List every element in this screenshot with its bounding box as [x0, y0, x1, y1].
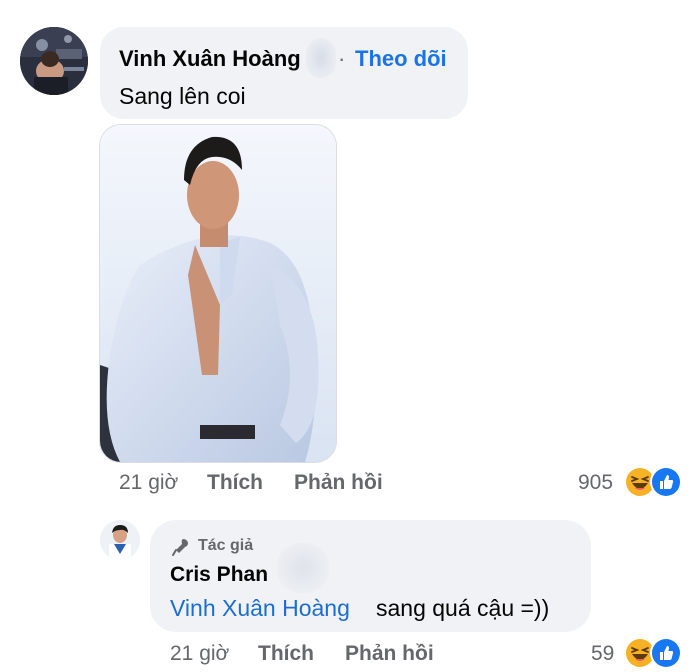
separator-dot: ·: [338, 46, 346, 71]
comment-text: Sang lên coi: [119, 83, 246, 109]
commenter-avatar[interactable]: [20, 27, 88, 95]
like-button[interactable]: Thích: [207, 471, 263, 495]
reply-author-avatar[interactable]: [100, 520, 140, 560]
reply-like-button[interactable]: Thích: [258, 642, 314, 666]
follow-button[interactable]: Theo dõi: [355, 46, 447, 72]
reply-reaction-count[interactable]: 59: [591, 642, 614, 666]
blurred-badge: [277, 543, 329, 593]
microphone-icon: [170, 537, 192, 557]
reply-timestamp: 21 giờ: [170, 642, 230, 665]
reply-author-name[interactable]: Cris Phan: [170, 563, 268, 587]
author-badge-label: Tác giả: [198, 537, 254, 554]
comment-timestamp: 21 giờ: [119, 471, 179, 494]
man-in-white-suit-image: [100, 125, 336, 462]
mention-link[interactable]: Vinh Xuân Hoàng: [170, 595, 350, 622]
reply-reply-button[interactable]: Phản hồi: [345, 642, 434, 666]
like-icon[interactable]: [650, 637, 682, 669]
reply-button[interactable]: Phản hồi: [294, 471, 383, 495]
comment-attached-photo[interactable]: [99, 124, 337, 463]
avatar-photo: [100, 520, 140, 560]
avatar-photo: [20, 27, 88, 95]
blurred-badge: [306, 38, 336, 78]
reply-text: sang quá cậu =)): [376, 595, 550, 621]
like-icon[interactable]: [650, 466, 682, 498]
comment-author-name[interactable]: Vinh Xuân Hoàng: [119, 46, 301, 72]
reaction-count[interactable]: 905: [578, 471, 613, 495]
